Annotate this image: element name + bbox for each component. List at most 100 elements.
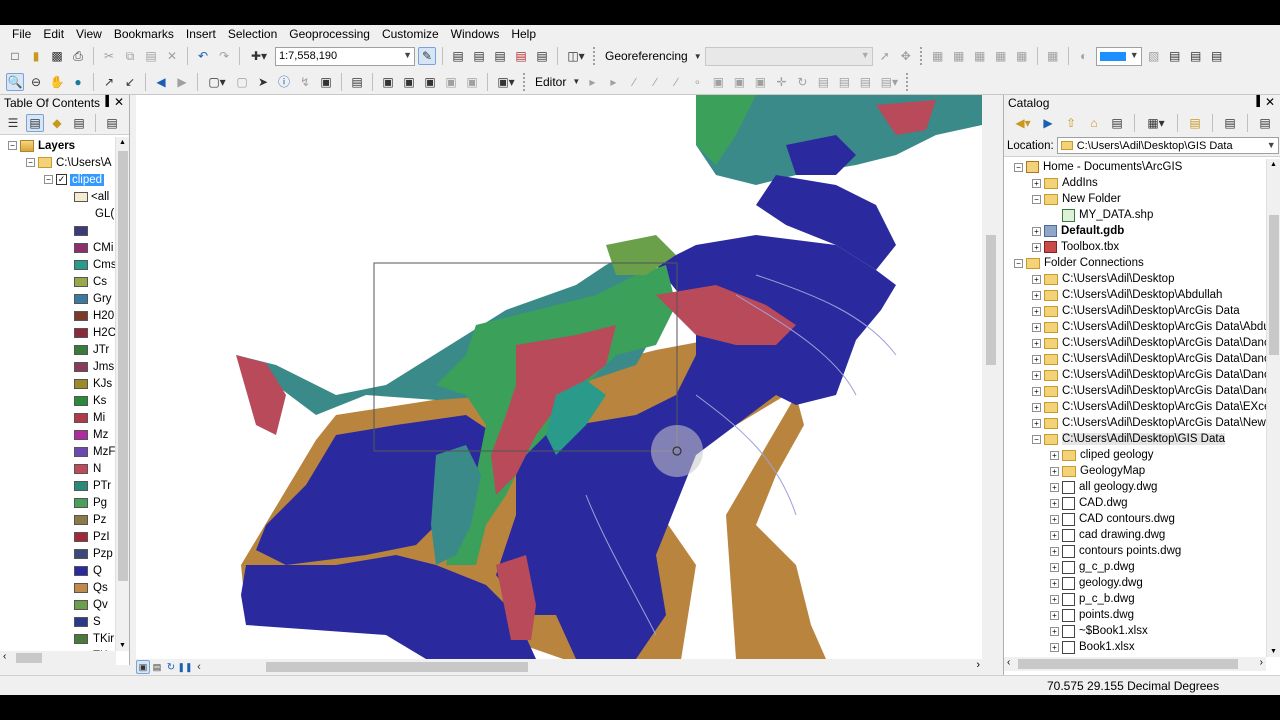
catalog-tree-item[interactable]: + Toolbox.tbx <box>1004 239 1266 255</box>
edit-tool-icon[interactable]: ▸ <box>583 73 601 91</box>
flicker-icon[interactable]: ▤ <box>1187 47 1205 65</box>
add-data-icon[interactable]: ✚▾ <box>246 47 272 65</box>
pan-hand-icon[interactable]: ✋ <box>48 73 66 91</box>
toggle-contents-icon[interactable]: ▤ <box>1221 114 1239 132</box>
map-vertical-scrollbar[interactable] <box>983 95 998 659</box>
pin-icon[interactable]: ▐ <box>1253 96 1260 107</box>
layer-visibility-checkbox[interactable]: ✓ <box>56 174 67 185</box>
menu-insert[interactable]: Insert <box>180 26 222 42</box>
fixed-zoom-out-icon[interactable]: ↙ <box>121 73 139 91</box>
scroll-thumb[interactable] <box>16 653 42 663</box>
trace-icon[interactable]: ∕ <box>667 73 685 91</box>
menu-edit[interactable]: Edit <box>37 26 70 42</box>
python-window-icon[interactable]: ▤ <box>533 47 551 65</box>
catalog-tree-item[interactable]: + all geology.dwg <box>1004 479 1266 495</box>
back-arrow-icon[interactable]: ◀ <box>152 73 170 91</box>
catalog-tree-item[interactable]: + C:\Users\Adil\Desktop\ArcGis Data\Danc <box>1004 383 1266 399</box>
expand-icon[interactable]: + <box>1050 482 1059 492</box>
scroll-left-icon[interactable]: ‹ <box>192 660 206 674</box>
refresh-icon[interactable]: ↻ <box>164 660 178 674</box>
legend-swatch[interactable] <box>74 616 88 627</box>
expand-icon[interactable]: + <box>1050 546 1059 556</box>
expand-icon[interactable]: + <box>1032 178 1041 188</box>
map-scale-combo[interactable]: 1:7,558,190 ▼ <box>275 46 415 66</box>
paste-icon[interactable]: ▤ <box>142 47 160 65</box>
expand-icon[interactable]: + <box>1032 306 1041 316</box>
collapse-icon[interactable]: − <box>44 175 53 184</box>
menu-bookmarks[interactable]: Bookmarks <box>108 26 180 42</box>
toc-options-icon[interactable]: ▤ <box>103 114 121 132</box>
legend-swatch[interactable] <box>74 310 88 321</box>
expand-icon[interactable]: + <box>1050 498 1059 508</box>
cut-icon[interactable]: ✂ <box>100 47 118 65</box>
legend-swatch[interactable] <box>74 429 88 440</box>
catalog-tree-item[interactable]: + ~$Book1.xlsx <box>1004 623 1266 639</box>
catalog-tree-item[interactable]: + C:\Users\Adil\Desktop\ArcGis Data\EXce <box>1004 399 1266 415</box>
catalog-vertical-scrollbar[interactable]: ▲ ▼ <box>1266 159 1280 657</box>
expand-icon[interactable]: + <box>1050 594 1059 604</box>
expand-icon[interactable]: + <box>1050 610 1059 620</box>
legend-swatch[interactable] <box>74 191 88 202</box>
edit-props-icon[interactable]: ▤▾ <box>877 73 901 91</box>
legend-swatch[interactable] <box>74 276 88 287</box>
expand-icon[interactable]: + <box>1032 322 1041 332</box>
reshape-icon[interactable]: ▣ <box>730 73 748 91</box>
chevron-down-icon[interactable]: ▼ <box>694 47 702 65</box>
data-view-icon[interactable]: ▣ <box>136 660 150 674</box>
scroll-thumb[interactable] <box>986 235 996 365</box>
new-folder-icon[interactable]: ▤ <box>1186 114 1204 132</box>
scroll-down-icon[interactable]: ▼ <box>1270 648 1277 655</box>
catalog-tree-item[interactable]: + cad drawing.dwg <box>1004 527 1266 543</box>
edit-vertices-icon[interactable]: ▣ <box>709 73 727 91</box>
legend-swatch[interactable] <box>74 565 88 576</box>
measure-icon[interactable]: ▤ <box>348 73 366 91</box>
legend-swatch[interactable] <box>74 633 88 644</box>
create-viewer-icon[interactable]: ▣ <box>463 73 481 91</box>
swipe-icon[interactable]: ▧ <box>1145 47 1163 65</box>
straight-segment-icon[interactable]: ∕ <box>625 73 643 91</box>
menu-file[interactable]: File <box>6 26 37 42</box>
expand-icon[interactable]: + <box>1050 578 1059 588</box>
go-to-xy-icon[interactable]: ▣ <box>421 73 439 91</box>
home-icon[interactable]: ⌂ <box>1085 114 1103 132</box>
scroll-up-icon[interactable]: ▲ <box>1270 161 1277 168</box>
legend-swatch[interactable] <box>74 395 88 406</box>
search-window-icon[interactable]: ▤ <box>491 47 509 65</box>
html-popup-icon[interactable]: ▣ <box>317 73 335 91</box>
catalog-tree-item[interactable]: − C:\Users\Adil\Desktop\GIS Data <box>1004 431 1266 447</box>
catalog-tree-item[interactable]: + C:\Users\Adil\Desktop\ArcGis Data\Danc <box>1004 335 1266 351</box>
toolbar-grip[interactable] <box>593 47 597 65</box>
fixed-zoom-in-icon[interactable]: ↗ <box>100 73 118 91</box>
layout-view-icon[interactable]: ▤ <box>1166 47 1184 65</box>
identify-icon[interactable]: ⓘ <box>275 73 293 91</box>
find-route-icon[interactable]: ▣ <box>400 73 418 91</box>
expand-icon[interactable]: + <box>1050 562 1059 572</box>
legend-swatch[interactable] <box>74 480 88 491</box>
lock-icon[interactable]: ▤ <box>1208 47 1226 65</box>
sketch-properties-icon[interactable]: ▤ <box>835 73 853 91</box>
expand-icon[interactable]: + <box>1050 530 1059 540</box>
split-icon[interactable]: ✛ <box>772 73 790 91</box>
transparency-combo[interactable]: ▼ <box>1095 46 1142 66</box>
scroll-thumb[interactable] <box>266 662 528 672</box>
scroll-thumb[interactable] <box>118 151 128 581</box>
pause-drawing-icon[interactable]: ❚❚ <box>177 660 192 674</box>
expand-icon[interactable]: + <box>1050 466 1059 476</box>
legend-swatch[interactable] <box>74 497 88 508</box>
collapse-icon[interactable]: − <box>8 141 17 150</box>
back-arrow-icon[interactable]: ◀▾ <box>1012 114 1034 132</box>
legend-swatch[interactable] <box>74 327 88 338</box>
chevron-down-icon[interactable]: ▼ <box>572 73 580 91</box>
create-features-icon[interactable]: ▤ <box>856 73 874 91</box>
collapse-icon[interactable]: − <box>1032 434 1041 444</box>
expand-icon[interactable]: + <box>1032 242 1041 252</box>
legend-swatch[interactable] <box>74 599 88 610</box>
expand-icon[interactable]: + <box>1050 450 1059 460</box>
catalog-tree-item[interactable]: − Folder Connections <box>1004 255 1266 271</box>
catalog-tree-item[interactable]: + C:\Users\Adil\Desktop\ArcGis Data\New <box>1004 415 1266 431</box>
toolbar-grip[interactable] <box>523 72 527 91</box>
catalog-tree-item[interactable]: + points.dwg <box>1004 607 1266 623</box>
legend-swatch[interactable] <box>74 514 88 525</box>
catalog-tree-item[interactable]: + AddIns <box>1004 175 1266 191</box>
catalog-tree-item[interactable]: + cliped geology <box>1004 447 1266 463</box>
